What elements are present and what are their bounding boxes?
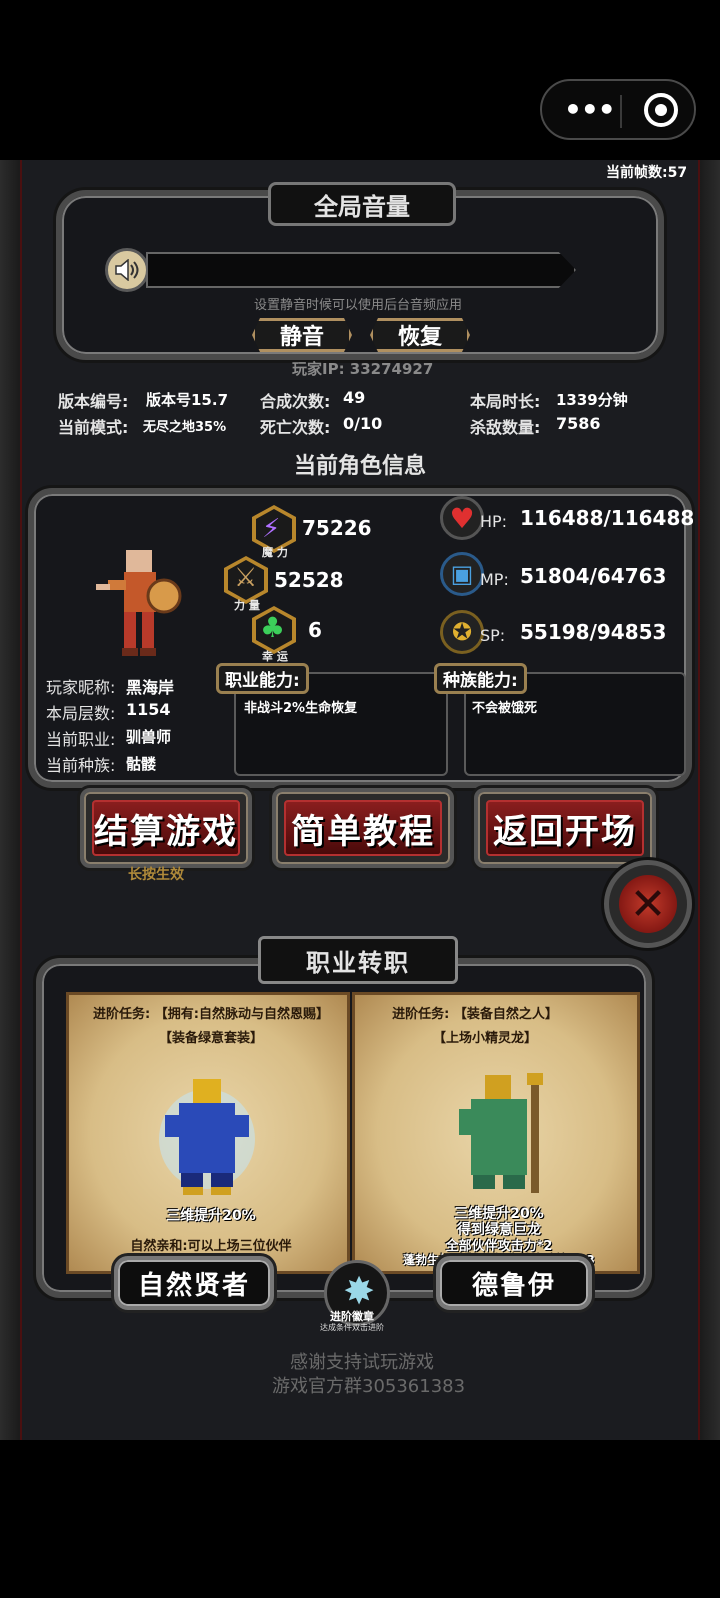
job-ability-value: 非战斗2%生命恢复 [244, 701, 358, 716]
floor-value: 1154 [126, 700, 171, 719]
druid-task-2: 【上场小精灵龙】 [432, 1031, 537, 1046]
version-value: 版本号15.7 [146, 391, 229, 409]
floor-label: 本局层数: [46, 704, 116, 723]
stamina-icon: ✪ [440, 610, 484, 654]
settle-hint: 长按生效 [128, 867, 184, 883]
sage-effect-1: 三维提升20% [166, 1208, 256, 1224]
race-label: 当前种族: [46, 756, 116, 775]
nick-label: 玩家昵称: [46, 678, 116, 697]
magic-glyph: ⚡ [262, 514, 281, 544]
heart-icon: ♥ [440, 496, 484, 540]
nick-value: 黑海岸 [126, 678, 175, 697]
right-frame [698, 160, 720, 1440]
transfer-title-plate: 职业转职 [258, 936, 458, 984]
close-button[interactable]: ✕ [604, 860, 692, 948]
badge-star-icon: ✸ [343, 1269, 375, 1313]
synth-value: 49 [343, 388, 366, 407]
sage-class-name: 自然贤者 [137, 1270, 250, 1301]
sage-effect-2: 自然亲和:可以上场三位伙伴 [130, 1239, 292, 1254]
druid-task-1: 进阶任务: 【装备自然之人】 [392, 1007, 558, 1022]
job-ability-label: 职业能力: [216, 663, 309, 694]
volume-title: 全局音量 [314, 192, 410, 221]
more-menu-icon[interactable]: ••• [564, 91, 616, 129]
mana-icon: ▣ [440, 552, 484, 596]
fps-counter: 当前帧数:57 [606, 165, 688, 181]
druid-class-name: 德鲁伊 [471, 1270, 556, 1301]
capsule-divider [620, 95, 622, 128]
volume-slider[interactable] [146, 252, 576, 288]
close-miniprogram-icon[interactable] [644, 93, 678, 127]
mode-value: 无尽之地35% [143, 420, 227, 435]
job-label: 当前职业: [46, 730, 116, 749]
settle-game-button[interactable]: 结算游戏 [80, 788, 252, 868]
time-value: 1339分钟 [556, 391, 628, 409]
restore-label: 恢复 [397, 325, 442, 350]
sp-label: SP: [480, 626, 506, 645]
race-value: 骷髅 [126, 755, 157, 773]
footer-group: 游戏官方群305361383 [272, 1376, 466, 1397]
druid-class-button[interactable]: 德鲁伊 [436, 1256, 592, 1310]
transfer-title: 职业转职 [306, 948, 410, 977]
synth-label: 合成次数: [260, 392, 331, 411]
char-section-title: 当前角色信息 [293, 454, 426, 479]
mode-label: 当前模式: [58, 418, 129, 437]
close-icon: ✕ [619, 875, 677, 933]
luck-label: 幸 运 [262, 650, 288, 663]
game-panel: 当前帧数:57 全局音量 设置静音时候可以使用后台音频应用 静音 恢复 玩家IP… [0, 160, 720, 1440]
miniprogram-capsule: ••• [540, 79, 696, 140]
badge-hint: 达成条件双击进阶 [320, 1323, 384, 1332]
death-value: 0/10 [343, 414, 383, 433]
back-to-start-label: 返回开场 [486, 800, 644, 856]
luck-value: 6 [308, 618, 322, 642]
death-label: 死亡次数: [260, 418, 331, 437]
sage-task-2: 【装备绿意套装】 [158, 1031, 263, 1046]
volume-hint: 设置静音时候可以使用后台音频应用 [254, 298, 463, 313]
player-avatar [94, 550, 186, 658]
clover-glyph: ♣ [260, 611, 286, 644]
volume-title-plate: 全局音量 [268, 182, 456, 226]
footer-thanks: 感谢支持试玩游戏 [290, 1352, 434, 1373]
magic-label: 魔 力 [262, 546, 288, 559]
speaker-icon[interactable] [105, 248, 149, 292]
job-value: 驯兽师 [126, 728, 172, 746]
class-card-druid[interactable]: 进阶任务: 【装备自然之人】 【上场小精灵龙】 三维提升20% 得到绿意巨龙 全… [352, 992, 640, 1274]
mute-button[interactable]: 静音 [252, 318, 352, 352]
druid-sprite [455, 1073, 547, 1197]
player-ip: 玩家IP: 33274927 [292, 360, 434, 378]
sage-sprite [157, 1075, 257, 1197]
tutorial-button[interactable]: 简单教程 [272, 788, 454, 868]
time-label: 本局时长: [470, 392, 541, 411]
power-glyph: ⚔ [234, 563, 258, 593]
race-ability-label: 种族能力: [434, 663, 527, 694]
power-label: 力 量 [234, 599, 260, 612]
restore-button[interactable]: 恢复 [370, 318, 470, 352]
sage-task-1: 进阶任务: 【拥有:自然脉动与自然恩赐】 [93, 1007, 329, 1022]
class-card-sage[interactable]: 进阶任务: 【拥有:自然脉动与自然恩赐】 【装备绿意套装】 三维提升20% 自然… [66, 992, 350, 1274]
kills-label: 杀敌数量: [470, 418, 541, 437]
version-label: 版本编号: [58, 392, 129, 411]
hp-label: HP: [480, 512, 508, 531]
mp-value: 51804/64763 [520, 564, 667, 588]
left-frame [0, 160, 22, 1440]
settle-game-label: 结算游戏 [92, 800, 240, 856]
char-section-title-plate: 当前角色信息 [270, 444, 450, 484]
tutorial-label: 简单教程 [284, 800, 442, 856]
sage-class-button[interactable]: 自然贤者 [114, 1256, 274, 1310]
mp-label: MP: [480, 570, 509, 589]
sp-value: 55198/94853 [520, 620, 667, 644]
mute-label: 静音 [279, 325, 324, 350]
kills-value: 7586 [556, 414, 601, 433]
race-ability-value: 不会被饿死 [472, 701, 538, 716]
back-to-start-button[interactable]: 返回开场 [474, 788, 656, 868]
hp-value: 116488/116488 [520, 506, 695, 530]
magic-value: 75226 [302, 516, 372, 540]
power-value: 52528 [274, 568, 344, 592]
